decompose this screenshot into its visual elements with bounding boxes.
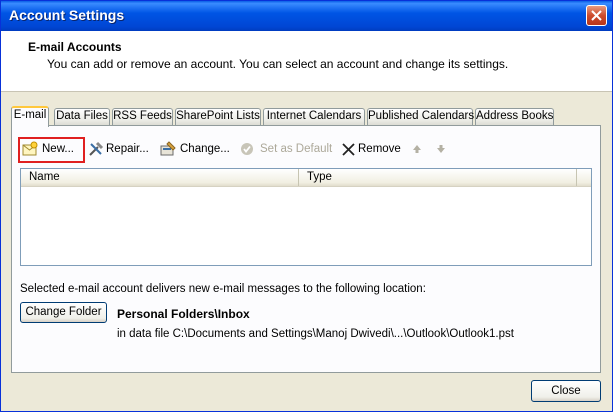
delivery-folder-name: Personal Folders\Inbox (117, 307, 250, 321)
tab-rss-feeds[interactable]: RSS Feeds (112, 108, 173, 125)
email-tab-panel: New... Repair... Change... Set as Defaul… (11, 125, 601, 373)
account-settings-window: Account Settings E-mail Accounts You can… (0, 0, 613, 412)
column-type-label: Type (307, 171, 332, 183)
column-name-label: Name (29, 171, 60, 183)
close-icon (591, 10, 602, 21)
header-subtitle: You can add or remove an account. You ca… (47, 57, 509, 71)
set-as-default-button[interactable]: Set as Default (240, 139, 332, 159)
email-accounts-list[interactable]: Name Type (20, 168, 592, 266)
repair-tools-icon (89, 141, 104, 156)
header-panel: E-mail Accounts You can add or remove an… (1, 31, 612, 92)
repair-label: Repair... (106, 143, 149, 155)
tab-sharepoint-lists[interactable]: SharePoint Lists (175, 108, 261, 125)
column-header-type[interactable]: Type (299, 169, 577, 186)
tab-email[interactable]: E-mail (11, 106, 49, 127)
change-button[interactable]: Change... (160, 139, 232, 159)
tab-internet-calendars-label: Internet Calendars (266, 110, 362, 122)
new-account-button[interactable]: New... (22, 139, 82, 159)
tab-data-files-label: Data Files (56, 110, 108, 122)
checkmark-icon (241, 143, 253, 155)
delivery-data-file-path: in data file C:\Documents and Settings\M… (117, 328, 514, 340)
arrow-up-icon (413, 145, 421, 153)
repair-button[interactable]: Repair... (88, 139, 154, 159)
move-up-button[interactable] (412, 139, 424, 159)
tab-data-files[interactable]: Data Files (54, 108, 110, 125)
tab-published-calendars[interactable]: Published Calendars (367, 108, 475, 125)
change-folder-label: Change Folder (25, 306, 102, 318)
tab-email-label: E-mail (13, 109, 47, 121)
remove-button[interactable]: Remove (342, 139, 402, 159)
tab-address-books-label: Address Books (476, 110, 554, 122)
arrow-down-icon (437, 145, 445, 153)
new-mail-icon (22, 141, 38, 156)
tab-internet-calendars[interactable]: Internet Calendars (263, 108, 365, 125)
close-label: Close (551, 385, 581, 397)
column-header-name[interactable]: Name (21, 169, 299, 186)
change-settings-icon (160, 141, 176, 156)
new-account-label: New... (42, 143, 74, 155)
remove-label: Remove (358, 143, 401, 155)
list-header: Name Type (21, 169, 591, 187)
header-title: E-mail Accounts (28, 40, 122, 54)
tab-address-books[interactable]: Address Books (475, 108, 554, 125)
move-down-button[interactable] (436, 139, 448, 159)
window-title: Account Settings (9, 7, 125, 23)
change-label: Change... (180, 143, 230, 155)
set-as-default-label: Set as Default (260, 143, 333, 155)
title-bar[interactable]: Account Settings (1, 1, 612, 31)
delivery-description: Selected e-mail account delivers new e-m… (20, 283, 426, 295)
close-button[interactable]: Close (531, 380, 601, 402)
tab-rss-feeds-label: RSS Feeds (113, 110, 172, 122)
window-close-button[interactable] (586, 5, 607, 26)
remove-x-icon (342, 143, 355, 156)
tab-published-calendars-label: Published Calendars (368, 110, 475, 122)
change-folder-button[interactable]: Change Folder (20, 302, 107, 323)
tab-sharepoint-lists-label: SharePoint Lists (176, 110, 260, 122)
